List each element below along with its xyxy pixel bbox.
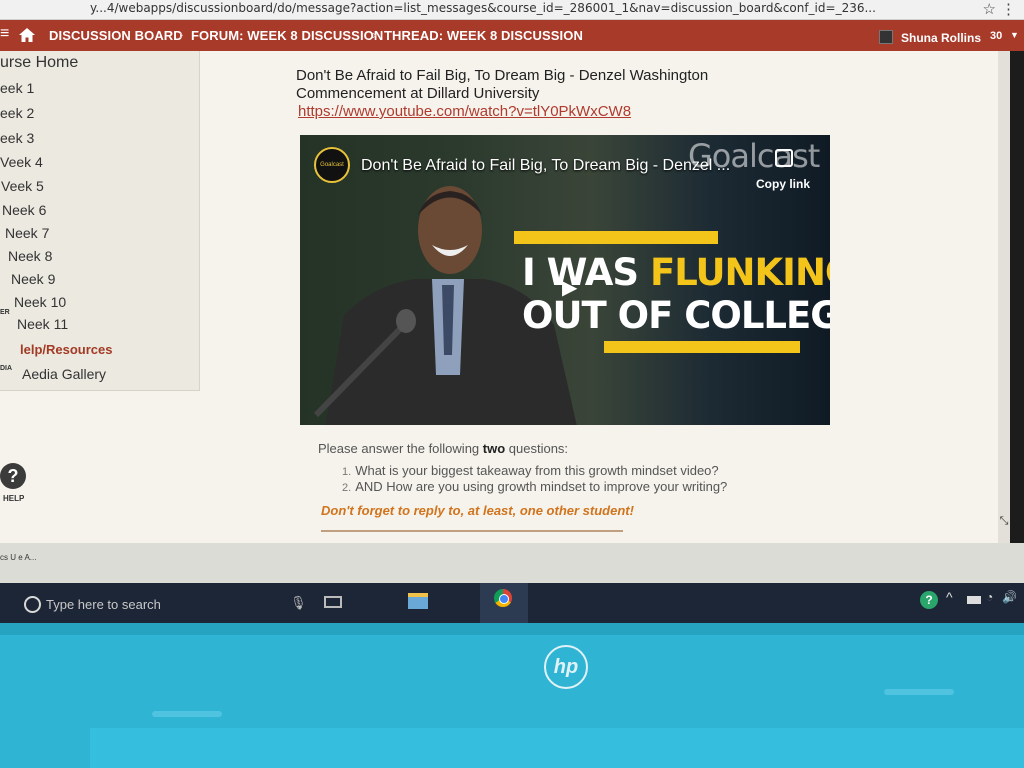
copy-link-icon[interactable] bbox=[775, 149, 793, 167]
page-scrollbar[interactable]: ⤡ bbox=[998, 51, 1010, 543]
url-text[interactable]: y...4/webapps/discussionboard/do/message… bbox=[90, 1, 876, 15]
search-icon[interactable] bbox=[24, 596, 41, 613]
headline-white: OUT OF COLLEGE bbox=[522, 294, 830, 337]
headline-white: I WAS bbox=[522, 251, 650, 294]
reply-reminder: Don't forget to reply to, at least, one … bbox=[321, 503, 634, 518]
sidebar-item-week-11[interactable]: Neek 11 bbox=[17, 316, 68, 332]
accent-stripe bbox=[604, 341, 800, 353]
question-number: 1. bbox=[342, 466, 352, 478]
battery-icon[interactable] bbox=[967, 596, 981, 604]
accent-stripe bbox=[514, 231, 718, 244]
play-icon[interactable]: ▶ bbox=[562, 275, 577, 300]
hinge bbox=[152, 711, 222, 717]
post-title: Don't Be Afraid to Fail Big, To Dream Bi… bbox=[296, 67, 709, 102]
course-page: urse Home eek 1 eek 2 eek 3 Veek 4 Veek … bbox=[0, 51, 1010, 543]
hp-logo: hp bbox=[544, 645, 588, 689]
breadcrumb-separator-icon: › bbox=[179, 27, 184, 42]
sidebar-item-week-5[interactable]: Veek 5 bbox=[1, 178, 44, 194]
sidebar-item-week-8[interactable]: Neek 8 bbox=[8, 248, 52, 264]
sidebar-item-course-home[interactable]: urse Home bbox=[0, 54, 78, 72]
sidebar-item-week-10[interactable]: Neek 10 bbox=[14, 294, 66, 310]
headline-yellow: FLUNKING bbox=[649, 251, 830, 294]
browser-menu-icon[interactable]: ⋮ bbox=[1001, 0, 1016, 18]
wifi-icon[interactable]: ◔ bbox=[986, 590, 993, 604]
home-icon[interactable] bbox=[18, 26, 36, 44]
desktop-icon-label[interactable]: cs U e A... bbox=[0, 553, 36, 562]
breadcrumb-discussion-board[interactable]: DISCUSSION BOARD bbox=[49, 28, 183, 43]
sidebar-item-week-3[interactable]: eek 3 bbox=[0, 130, 34, 146]
microphone-icon[interactable]: 🎙 bbox=[290, 595, 307, 611]
bookmark-star-icon[interactable]: ☆ bbox=[983, 0, 996, 18]
tray-chevron-up-icon[interactable]: ^ bbox=[946, 589, 953, 605]
course-sidebar: urse Home eek 1 eek 2 eek 3 Veek 4 Veek … bbox=[0, 51, 200, 391]
video-title[interactable]: Don't Be Afraid to Fail Big, To Dream Bi… bbox=[361, 157, 730, 175]
help-icon[interactable]: ? bbox=[0, 463, 26, 489]
youtube-embed[interactable]: Goalcast Don't Be Afraid to Fail Big, To… bbox=[300, 135, 830, 425]
sidebar-item-week-4[interactable]: Veek 4 bbox=[0, 154, 43, 170]
question-prompt: Please answer the following two question… bbox=[318, 441, 568, 456]
sidebar-item-help-resources[interactable]: lelp/Resources bbox=[20, 342, 113, 357]
laptop-body: hp bbox=[0, 623, 1024, 768]
sidebar-tag: ER bbox=[0, 309, 10, 316]
desktop-area: cs U e A... bbox=[0, 543, 1024, 583]
laptop-base bbox=[90, 728, 1024, 768]
screen-bezel bbox=[0, 623, 1024, 635]
sidebar-item-media-gallery[interactable]: Aedia Gallery bbox=[22, 366, 106, 382]
sidebar-item-week-7[interactable]: Neek 7 bbox=[5, 225, 49, 241]
sidebar-item-week-9[interactable]: Neek 9 bbox=[11, 271, 55, 287]
volume-icon[interactable]: 🔊 bbox=[1002, 590, 1017, 604]
windows-taskbar: Type here to search 🎙 ? ^ ◔ 🔊 bbox=[0, 583, 1024, 623]
breadcrumb-separator-icon: › bbox=[372, 27, 377, 42]
sidebar-item-week-1[interactable]: eek 1 bbox=[0, 80, 34, 96]
channel-logo[interactable]: Goalcast bbox=[314, 147, 350, 183]
sidebar-item-week-6[interactable]: Neek 6 bbox=[2, 202, 46, 218]
notification-count[interactable]: 30 bbox=[990, 30, 1002, 42]
browser-address-bar[interactable]: y...4/webapps/discussionboard/do/message… bbox=[0, 0, 1024, 20]
question-text: What is your biggest takeaway from this … bbox=[355, 463, 719, 478]
breadcrumb-thread: THREAD: WEEK 8 DISCUSSION bbox=[384, 28, 583, 43]
video-link[interactable]: https://www.youtube.com/watch?v=tlY0PkWx… bbox=[298, 103, 631, 120]
question-number: 2. bbox=[342, 482, 352, 494]
sidebar-tag: DIA bbox=[0, 365, 13, 372]
chrome-icon[interactable] bbox=[492, 587, 514, 609]
menu-toggle-icon[interactable]: ≡ bbox=[0, 25, 9, 43]
hinge bbox=[884, 689, 954, 695]
question-item: 2. AND How are you using growth mindset t… bbox=[342, 479, 727, 494]
thread-content: Don't Be Afraid to Fail Big, To Dream Bi… bbox=[200, 51, 1000, 543]
question-item: 1. What is your biggest takeaway from thi… bbox=[342, 463, 719, 478]
help-label[interactable]: HELP bbox=[3, 494, 24, 503]
chevron-down-icon[interactable]: ▼ bbox=[1010, 30, 1019, 40]
scroll-resize-icon[interactable]: ⤡ bbox=[999, 515, 1009, 529]
taskbar-search-input[interactable]: Type here to search bbox=[46, 597, 161, 612]
channel-watermark: Goalcast bbox=[688, 137, 820, 175]
sidebar-item-week-2[interactable]: eek 2 bbox=[0, 105, 34, 121]
course-nav-bar: ≡ DISCUSSION BOARD › FORUM: WEEK 8 DISCU… bbox=[0, 20, 1024, 51]
user-name[interactable]: Shuna Rollins bbox=[901, 31, 981, 45]
prompt-bold: two bbox=[482, 441, 506, 456]
copy-link-label[interactable]: Copy link bbox=[756, 177, 810, 191]
user-avatar[interactable] bbox=[879, 30, 893, 44]
tray-help-icon[interactable]: ? bbox=[920, 591, 938, 609]
question-text: AND How are you using growth mindset to … bbox=[355, 479, 728, 494]
task-view-icon[interactable] bbox=[324, 596, 342, 608]
prompt-prefix: Please answer the following bbox=[318, 441, 483, 456]
file-explorer-icon[interactable] bbox=[408, 593, 428, 609]
divider bbox=[321, 530, 623, 532]
breadcrumb-forum[interactable]: FORUM: WEEK 8 DISCUSSION bbox=[191, 28, 383, 43]
prompt-suffix: questions: bbox=[505, 441, 569, 456]
